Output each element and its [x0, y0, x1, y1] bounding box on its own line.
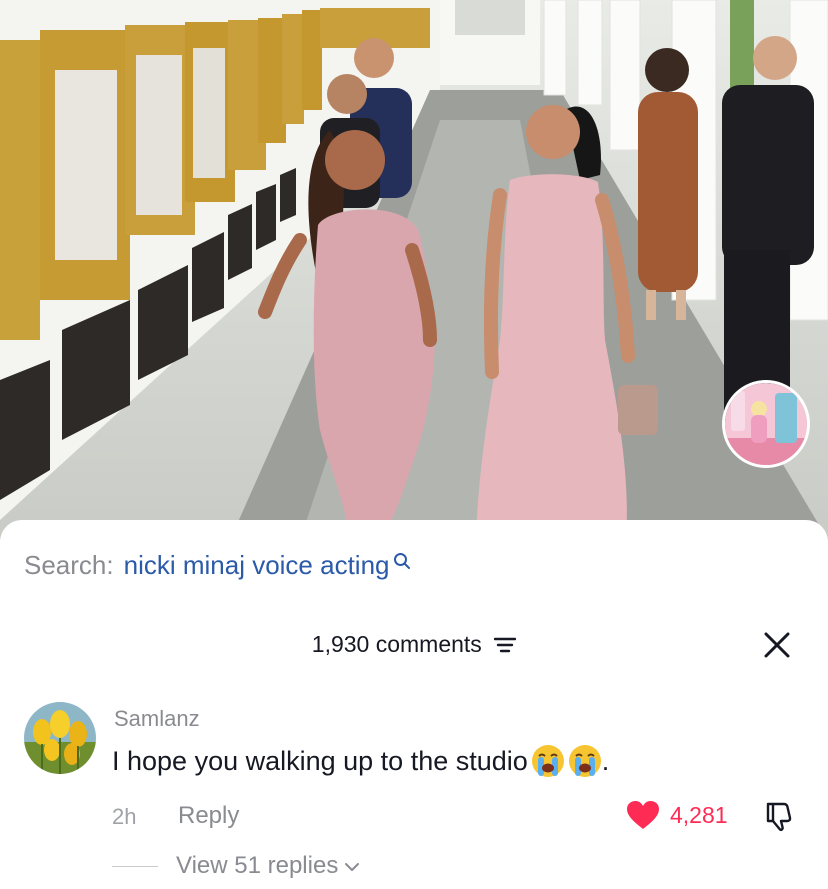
comments-sheet: Search: nicki minaj voice acting 1,930 c…: [0, 520, 828, 889]
avatar[interactable]: [24, 702, 96, 774]
comments-header: 1,930 comments: [0, 630, 828, 658]
comment-text: I hope you walking up to the studio .: [112, 744, 609, 778]
sort-icon[interactable]: [494, 636, 517, 654]
reply-button[interactable]: Reply: [178, 802, 239, 830]
replies-divider: [112, 865, 158, 867]
search-suggestion[interactable]: Search: nicki minaj voice acting: [24, 550, 411, 581]
close-icon: [764, 632, 790, 658]
comment-trailing: .: [601, 745, 610, 776]
thumbs-down-icon: [766, 802, 792, 832]
album-cover-icon: [725, 383, 807, 465]
comment-timestamp: 2h: [112, 804, 137, 829]
close-button[interactable]: [762, 630, 792, 660]
search-query[interactable]: nicki minaj voice acting: [124, 550, 390, 581]
comments-count: 1,930 comments: [311, 631, 482, 658]
loudly-crying-face-icon: [568, 745, 601, 777]
comment-body: I hope you walking up to the studio: [112, 745, 528, 776]
loudly-crying-face-icon: [531, 745, 564, 777]
view-replies-label: View 51 replies: [176, 852, 339, 879]
video-player[interactable]: [0, 0, 828, 540]
view-replies-button[interactable]: View 51 replies: [112, 852, 360, 880]
like-count: 4,281: [670, 801, 728, 828]
search-label: Search:: [24, 550, 114, 580]
chevron-down-icon: [345, 863, 360, 871]
like-button[interactable]: 4,281: [626, 800, 728, 830]
album-cover-thumbnail[interactable]: [722, 380, 810, 468]
video-frame: [0, 0, 828, 540]
comment-username[interactable]: Samlanz: [114, 706, 200, 732]
dislike-button[interactable]: [764, 800, 796, 837]
heart-icon: [627, 801, 659, 829]
search-icon[interactable]: [393, 552, 411, 570]
tulips-avatar-icon: [24, 702, 96, 774]
